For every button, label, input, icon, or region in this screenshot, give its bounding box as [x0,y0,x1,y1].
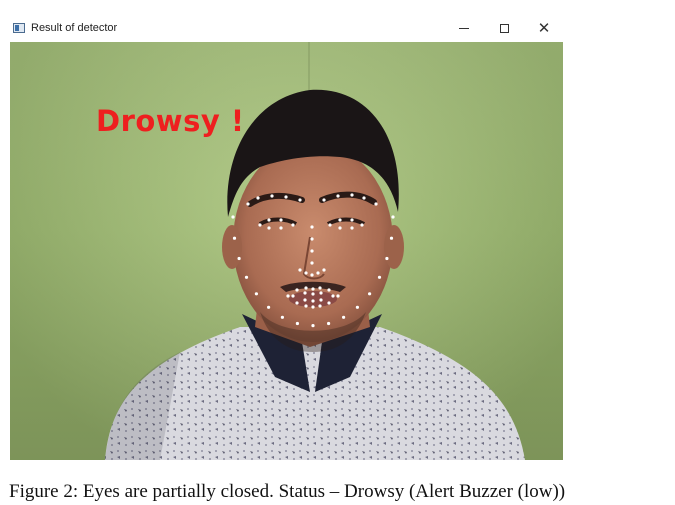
landmark-point [284,195,288,199]
landmark-point [244,275,249,279]
landmark-point [319,291,323,295]
landmark-point [304,286,308,290]
landmark-point [319,298,323,302]
landmark-point [304,271,308,275]
detector-window: Result of detector ✕ Drowsy ! [8,14,565,460]
maximize-icon [499,23,509,33]
landmark-point [355,305,359,309]
landmark-point [286,294,290,298]
landmark-point [295,321,299,326]
landmark-point [389,236,394,240]
minimize-button[interactable] [444,14,484,42]
landmark-point [311,305,315,309]
landmark-point [360,223,364,227]
landmark-point [310,249,314,253]
landmark-point [237,256,241,261]
landmark-point [310,273,314,277]
landmark-point [304,304,308,308]
landmark-point [338,226,342,230]
landmark-point [256,196,260,200]
landmark-point [310,261,314,265]
landmark-point [322,198,326,202]
landmark-point [295,288,299,292]
landmark-point [374,202,378,206]
landmark-point [291,294,295,298]
landmark-point [258,223,262,227]
landmark-point [311,287,315,291]
landmark-point [254,292,258,296]
maximize-button[interactable] [484,14,524,42]
minimize-icon [459,27,469,29]
landmark-point [311,324,315,328]
window-title: Result of detector [31,22,118,34]
landmark-point [336,294,340,298]
landmark-point [231,215,235,219]
landmark-point [350,226,354,230]
landmark-point [267,305,271,309]
landmark-point [338,218,342,222]
landmark-point [310,237,314,241]
figure-caption: Figure 2: Eyes are partially closed. Sta… [9,481,566,502]
landmark-point [279,226,283,230]
video-frame: Drowsy ! [10,42,563,460]
landmark-point [391,215,395,219]
landmark-point [331,294,335,298]
landmark-point [377,275,382,279]
landmark-point [342,315,346,319]
landmark-point [327,301,331,305]
landmark-point [280,315,284,319]
landmark-point [270,194,274,198]
landmark-point [318,286,322,290]
landmark-point [311,299,315,303]
landmark-point [267,218,271,222]
landmark-point [303,291,307,295]
title-bar[interactable]: Result of detector ✕ [8,14,565,42]
close-icon: ✕ [537,18,551,37]
landmark-point [322,268,326,272]
landmark-point [232,236,237,240]
landmark-point [350,218,354,222]
landmark-point [311,292,315,296]
landmark-point [291,223,295,227]
landmark-point [350,193,354,197]
app-icon [13,23,25,33]
landmark-point [298,268,302,272]
landmark-point [316,271,320,275]
landmark-point [298,198,302,202]
landmark-point [328,223,332,227]
facial-landmarks [231,193,395,328]
close-button[interactable]: ✕ [524,14,564,42]
landmark-point [362,196,366,200]
landmark-point [295,301,299,305]
landmark-point [327,288,331,292]
landmark-point [279,218,283,222]
landmark-point [246,202,250,206]
landmark-point [385,256,389,261]
landmark-point [336,194,340,198]
landmark-point [267,226,271,230]
landmark-point [303,298,307,302]
landmark-point [318,304,322,308]
landmark-point [327,321,331,326]
landmark-point [310,225,314,229]
landmark-point [368,292,372,296]
